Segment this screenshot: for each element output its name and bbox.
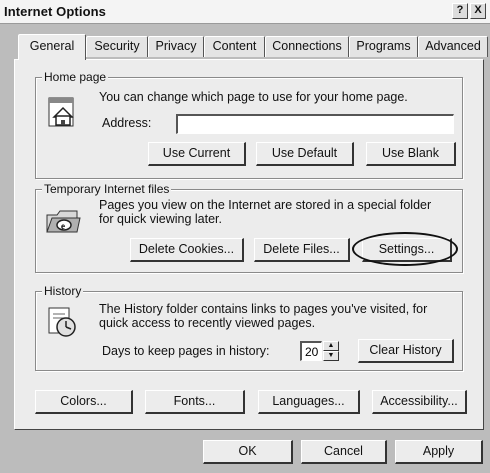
- apply-button[interactable]: Apply: [395, 440, 483, 464]
- general-tab-panel: Home page You can change which page to u…: [14, 59, 484, 430]
- address-input[interactable]: [176, 114, 454, 134]
- history-legend: History: [42, 284, 84, 298]
- accessibility-button[interactable]: Accessibility...: [372, 390, 467, 414]
- colors-button[interactable]: Colors...: [35, 390, 133, 414]
- clear-history-button[interactable]: Clear History: [358, 339, 454, 363]
- address-label: Address:: [102, 116, 152, 130]
- history-description-line2: quick access to recently viewed pages.: [99, 316, 316, 330]
- tab-advanced[interactable]: Advanced: [418, 36, 488, 57]
- window-title: Internet Options: [4, 4, 106, 19]
- history-group: History The History folder contains link…: [35, 284, 463, 371]
- delete-cookies-button[interactable]: Delete Cookies...: [130, 238, 244, 262]
- temp-files-legend: Temporary Internet files: [42, 182, 172, 196]
- fonts-button[interactable]: Fonts...: [145, 390, 245, 414]
- temp-files-description-line1: Pages you view on the Internet are store…: [99, 198, 432, 212]
- house-page-icon: [48, 97, 74, 127]
- spin-down-icon[interactable]: ▼: [323, 351, 339, 361]
- history-clock-icon: [48, 307, 76, 337]
- home-page-group: Home page You can change which page to u…: [35, 70, 463, 179]
- temp-files-group: Temporary Internet files e Pages you vie…: [35, 182, 463, 273]
- tab-security[interactable]: Security: [86, 36, 148, 57]
- days-spinner[interactable]: ▲ ▼: [323, 341, 339, 361]
- home-page-description: You can change which page to use for you…: [99, 90, 408, 104]
- settings-button[interactable]: Settings...: [362, 238, 452, 262]
- tab-general[interactable]: General: [18, 34, 86, 60]
- tab-connections[interactable]: Connections: [265, 36, 349, 57]
- ie-folder-icon: e: [46, 210, 81, 233]
- temp-files-description-line2: for quick viewing later.: [99, 212, 222, 226]
- languages-button[interactable]: Languages...: [258, 390, 360, 414]
- title-bar: Internet Options ? X: [0, 0, 490, 24]
- tab-privacy[interactable]: Privacy: [148, 36, 204, 57]
- history-description-line1: The History folder contains links to pag…: [99, 302, 428, 316]
- help-button[interactable]: ?: [452, 3, 468, 19]
- cancel-button[interactable]: Cancel: [301, 440, 387, 464]
- use-current-button[interactable]: Use Current: [148, 142, 246, 166]
- use-blank-button[interactable]: Use Blank: [366, 142, 456, 166]
- close-button[interactable]: X: [470, 3, 486, 19]
- tab-content[interactable]: Content: [204, 36, 265, 57]
- spin-up-icon[interactable]: ▲: [323, 341, 339, 351]
- use-default-button[interactable]: Use Default: [256, 142, 354, 166]
- home-page-legend: Home page: [42, 70, 109, 84]
- days-to-keep-label: Days to keep pages in history:: [102, 344, 270, 358]
- ok-button[interactable]: OK: [203, 440, 293, 464]
- svg-text:e: e: [61, 221, 65, 231]
- tab-programs[interactable]: Programs: [349, 36, 418, 57]
- delete-files-button[interactable]: Delete Files...: [254, 238, 350, 262]
- days-to-keep-input[interactable]: [300, 341, 322, 361]
